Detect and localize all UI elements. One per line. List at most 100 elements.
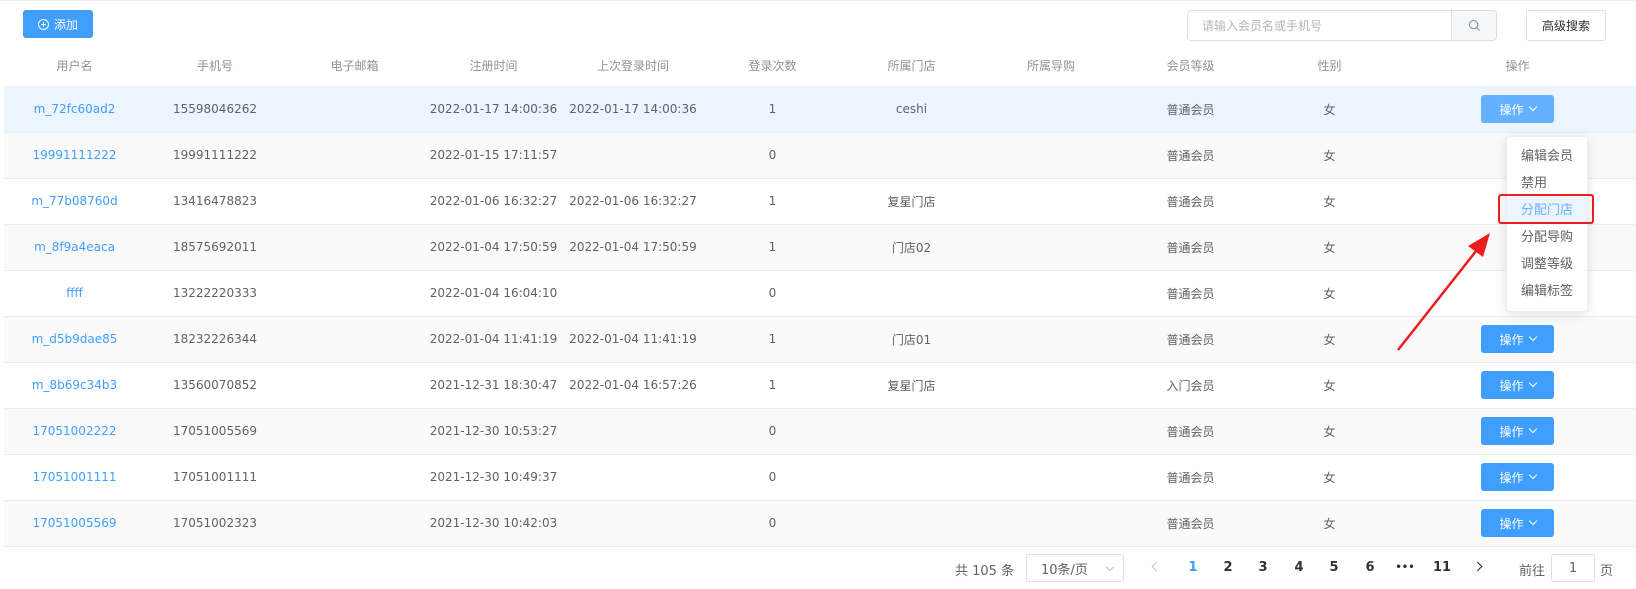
username-cell[interactable]: m_d5b9dae85 bbox=[4, 316, 145, 363]
guide-cell bbox=[981, 132, 1121, 179]
menu-item-adjust-level[interactable]: 调整等级 bbox=[1507, 251, 1587, 278]
level-cell: 普通会员 bbox=[1121, 224, 1260, 271]
menu-item-disable[interactable]: 禁用 bbox=[1507, 170, 1587, 197]
page-11[interactable]: 11 bbox=[1430, 560, 1454, 575]
login-count-cell: 1 bbox=[703, 86, 842, 133]
gender-cell: 女 bbox=[1260, 86, 1399, 133]
username-cell[interactable]: 17051002222 bbox=[4, 408, 145, 455]
login-count-cell: 0 bbox=[703, 408, 842, 455]
last-login-cell: 2022-01-17 14:00:36 bbox=[563, 86, 703, 133]
store-cell bbox=[842, 500, 981, 547]
table-row: ffff 13222220333 2022-01-04 16:04:10 0 普通会员女 bbox=[4, 270, 1636, 317]
actions-button-label: 操作 bbox=[1499, 470, 1524, 485]
login-count-cell: 1 bbox=[703, 178, 842, 225]
menu-item-assign-store[interactable]: 分配门店 bbox=[1507, 197, 1587, 224]
store-cell: 复星门店 bbox=[842, 178, 981, 225]
store-cell: ceshi bbox=[842, 86, 981, 133]
page-1[interactable]: 1 bbox=[1181, 560, 1205, 575]
search-button[interactable] bbox=[1451, 11, 1496, 40]
guide-cell bbox=[981, 178, 1121, 225]
actions-cell: 操作 bbox=[1399, 454, 1636, 501]
last-login-cell bbox=[563, 270, 703, 317]
menu-item-edit-tags[interactable]: 编辑标签 bbox=[1507, 278, 1587, 305]
store-cell bbox=[842, 270, 981, 317]
advanced-search-button[interactable]: 高级搜索 bbox=[1526, 10, 1606, 41]
username-cell[interactable]: m_8b69c34b3 bbox=[4, 362, 145, 409]
register-time-cell: 2022-01-15 17:11:57 bbox=[424, 132, 563, 179]
phone-cell: 18232226344 bbox=[145, 316, 285, 363]
guide-cell bbox=[981, 86, 1121, 133]
page-2[interactable]: 2 bbox=[1216, 560, 1240, 575]
col-last-login: 上次登录时间 bbox=[563, 46, 703, 87]
actions-dropdown-button[interactable]: 操作 bbox=[1481, 509, 1554, 537]
table-row: m_77b08760d 13416478823 2022-01-06 16:32:2… bbox=[4, 178, 1636, 225]
register-time-cell: 2021-12-30 10:53:27 bbox=[424, 408, 563, 455]
email-cell bbox=[285, 362, 424, 409]
table-row: 17051002222 17051005569 2021-12-30 10:53:2… bbox=[4, 408, 1636, 455]
phone-cell: 17051002323 bbox=[145, 500, 285, 547]
add-button[interactable]: 添加 bbox=[23, 10, 93, 38]
username-cell[interactable]: 17051005569 bbox=[4, 500, 145, 547]
level-cell: 普通会员 bbox=[1121, 132, 1260, 179]
actions-dropdown-button[interactable]: 操作 bbox=[1481, 463, 1554, 491]
actions-dropdown-button[interactable]: 操作 bbox=[1481, 371, 1554, 399]
menu-item-edit-member[interactable]: 编辑会员 bbox=[1507, 143, 1587, 170]
login-count-cell: 0 bbox=[703, 454, 842, 501]
actions-dropdown-button[interactable]: 操作 bbox=[1481, 325, 1554, 353]
level-cell: 普通会员 bbox=[1121, 408, 1260, 455]
search-box bbox=[1187, 10, 1497, 41]
actions-button-label: 操作 bbox=[1499, 378, 1524, 393]
actions-dropdown-button[interactable]: 操作 bbox=[1481, 95, 1554, 123]
level-cell: 普通会员 bbox=[1121, 270, 1260, 317]
page-5[interactable]: 5 bbox=[1322, 560, 1346, 575]
gender-cell: 女 bbox=[1260, 178, 1399, 225]
col-store: 所属门店 bbox=[842, 46, 981, 87]
username-cell[interactable]: m_77b08760d bbox=[4, 178, 145, 225]
username-cell[interactable]: 17051001111 bbox=[4, 454, 145, 501]
username-cell[interactable]: m_72fc60ad2 bbox=[4, 86, 145, 133]
register-time-cell: 2022-01-04 17:50:59 bbox=[424, 224, 563, 271]
chevron-down-icon bbox=[1528, 332, 1537, 342]
username-cell[interactable]: ffff bbox=[4, 270, 145, 317]
login-count-cell: 0 bbox=[703, 132, 842, 179]
search-input[interactable] bbox=[1188, 11, 1451, 40]
store-cell bbox=[842, 408, 981, 455]
email-cell bbox=[285, 224, 424, 271]
guide-cell bbox=[981, 316, 1121, 363]
page-6[interactable]: 6 bbox=[1358, 560, 1382, 575]
prev-page-icon[interactable] bbox=[1151, 561, 1162, 572]
login-count-cell: 0 bbox=[703, 270, 842, 317]
phone-cell: 18575692011 bbox=[145, 224, 285, 271]
action-dropdown-menu: 编辑会员 禁用 分配门店 分配导购 调整等级 编辑标签 bbox=[1506, 136, 1588, 312]
actions-cell: 操作 bbox=[1399, 408, 1636, 455]
gender-cell: 女 bbox=[1260, 362, 1399, 409]
gender-cell: 女 bbox=[1260, 316, 1399, 363]
col-phone: 手机号 bbox=[145, 46, 285, 87]
username-cell[interactable]: m_8f9a4eaca bbox=[4, 224, 145, 271]
last-login-cell: 2022-01-04 16:57:26 bbox=[563, 362, 703, 409]
plus-circle-icon bbox=[37, 18, 49, 30]
register-time-cell: 2022-01-04 11:41:19 bbox=[424, 316, 563, 363]
table-header: 用户名 手机号 电子邮箱 注册时间 上次登录时间 登录次数 所属门店 所属导购 … bbox=[4, 46, 1636, 87]
guide-cell bbox=[981, 270, 1121, 317]
store-cell: 门店02 bbox=[842, 224, 981, 271]
phone-cell: 13416478823 bbox=[145, 178, 285, 225]
col-gender: 性别 bbox=[1260, 46, 1399, 87]
email-cell bbox=[285, 500, 424, 547]
chevron-down-icon bbox=[1528, 516, 1537, 526]
username-cell[interactable]: 19991111222 bbox=[4, 132, 145, 179]
actions-dropdown-button[interactable]: 操作 bbox=[1481, 417, 1554, 445]
actions-button-label: 操作 bbox=[1499, 102, 1524, 117]
gender-cell: 女 bbox=[1260, 132, 1399, 179]
guide-cell bbox=[981, 224, 1121, 271]
page-3[interactable]: 3 bbox=[1251, 560, 1275, 575]
page-size-select[interactable]: 10条/页 bbox=[1026, 554, 1124, 582]
last-login-cell bbox=[563, 454, 703, 501]
next-page-icon[interactable] bbox=[1472, 561, 1483, 572]
menu-item-assign-guide[interactable]: 分配导购 bbox=[1507, 224, 1587, 251]
actions-button-label: 操作 bbox=[1499, 424, 1524, 439]
more-pages-icon[interactable]: ••• bbox=[1393, 562, 1417, 573]
goto-page-input[interactable] bbox=[1551, 554, 1595, 582]
page-4[interactable]: 4 bbox=[1287, 560, 1311, 575]
level-cell: 普通会员 bbox=[1121, 178, 1260, 225]
